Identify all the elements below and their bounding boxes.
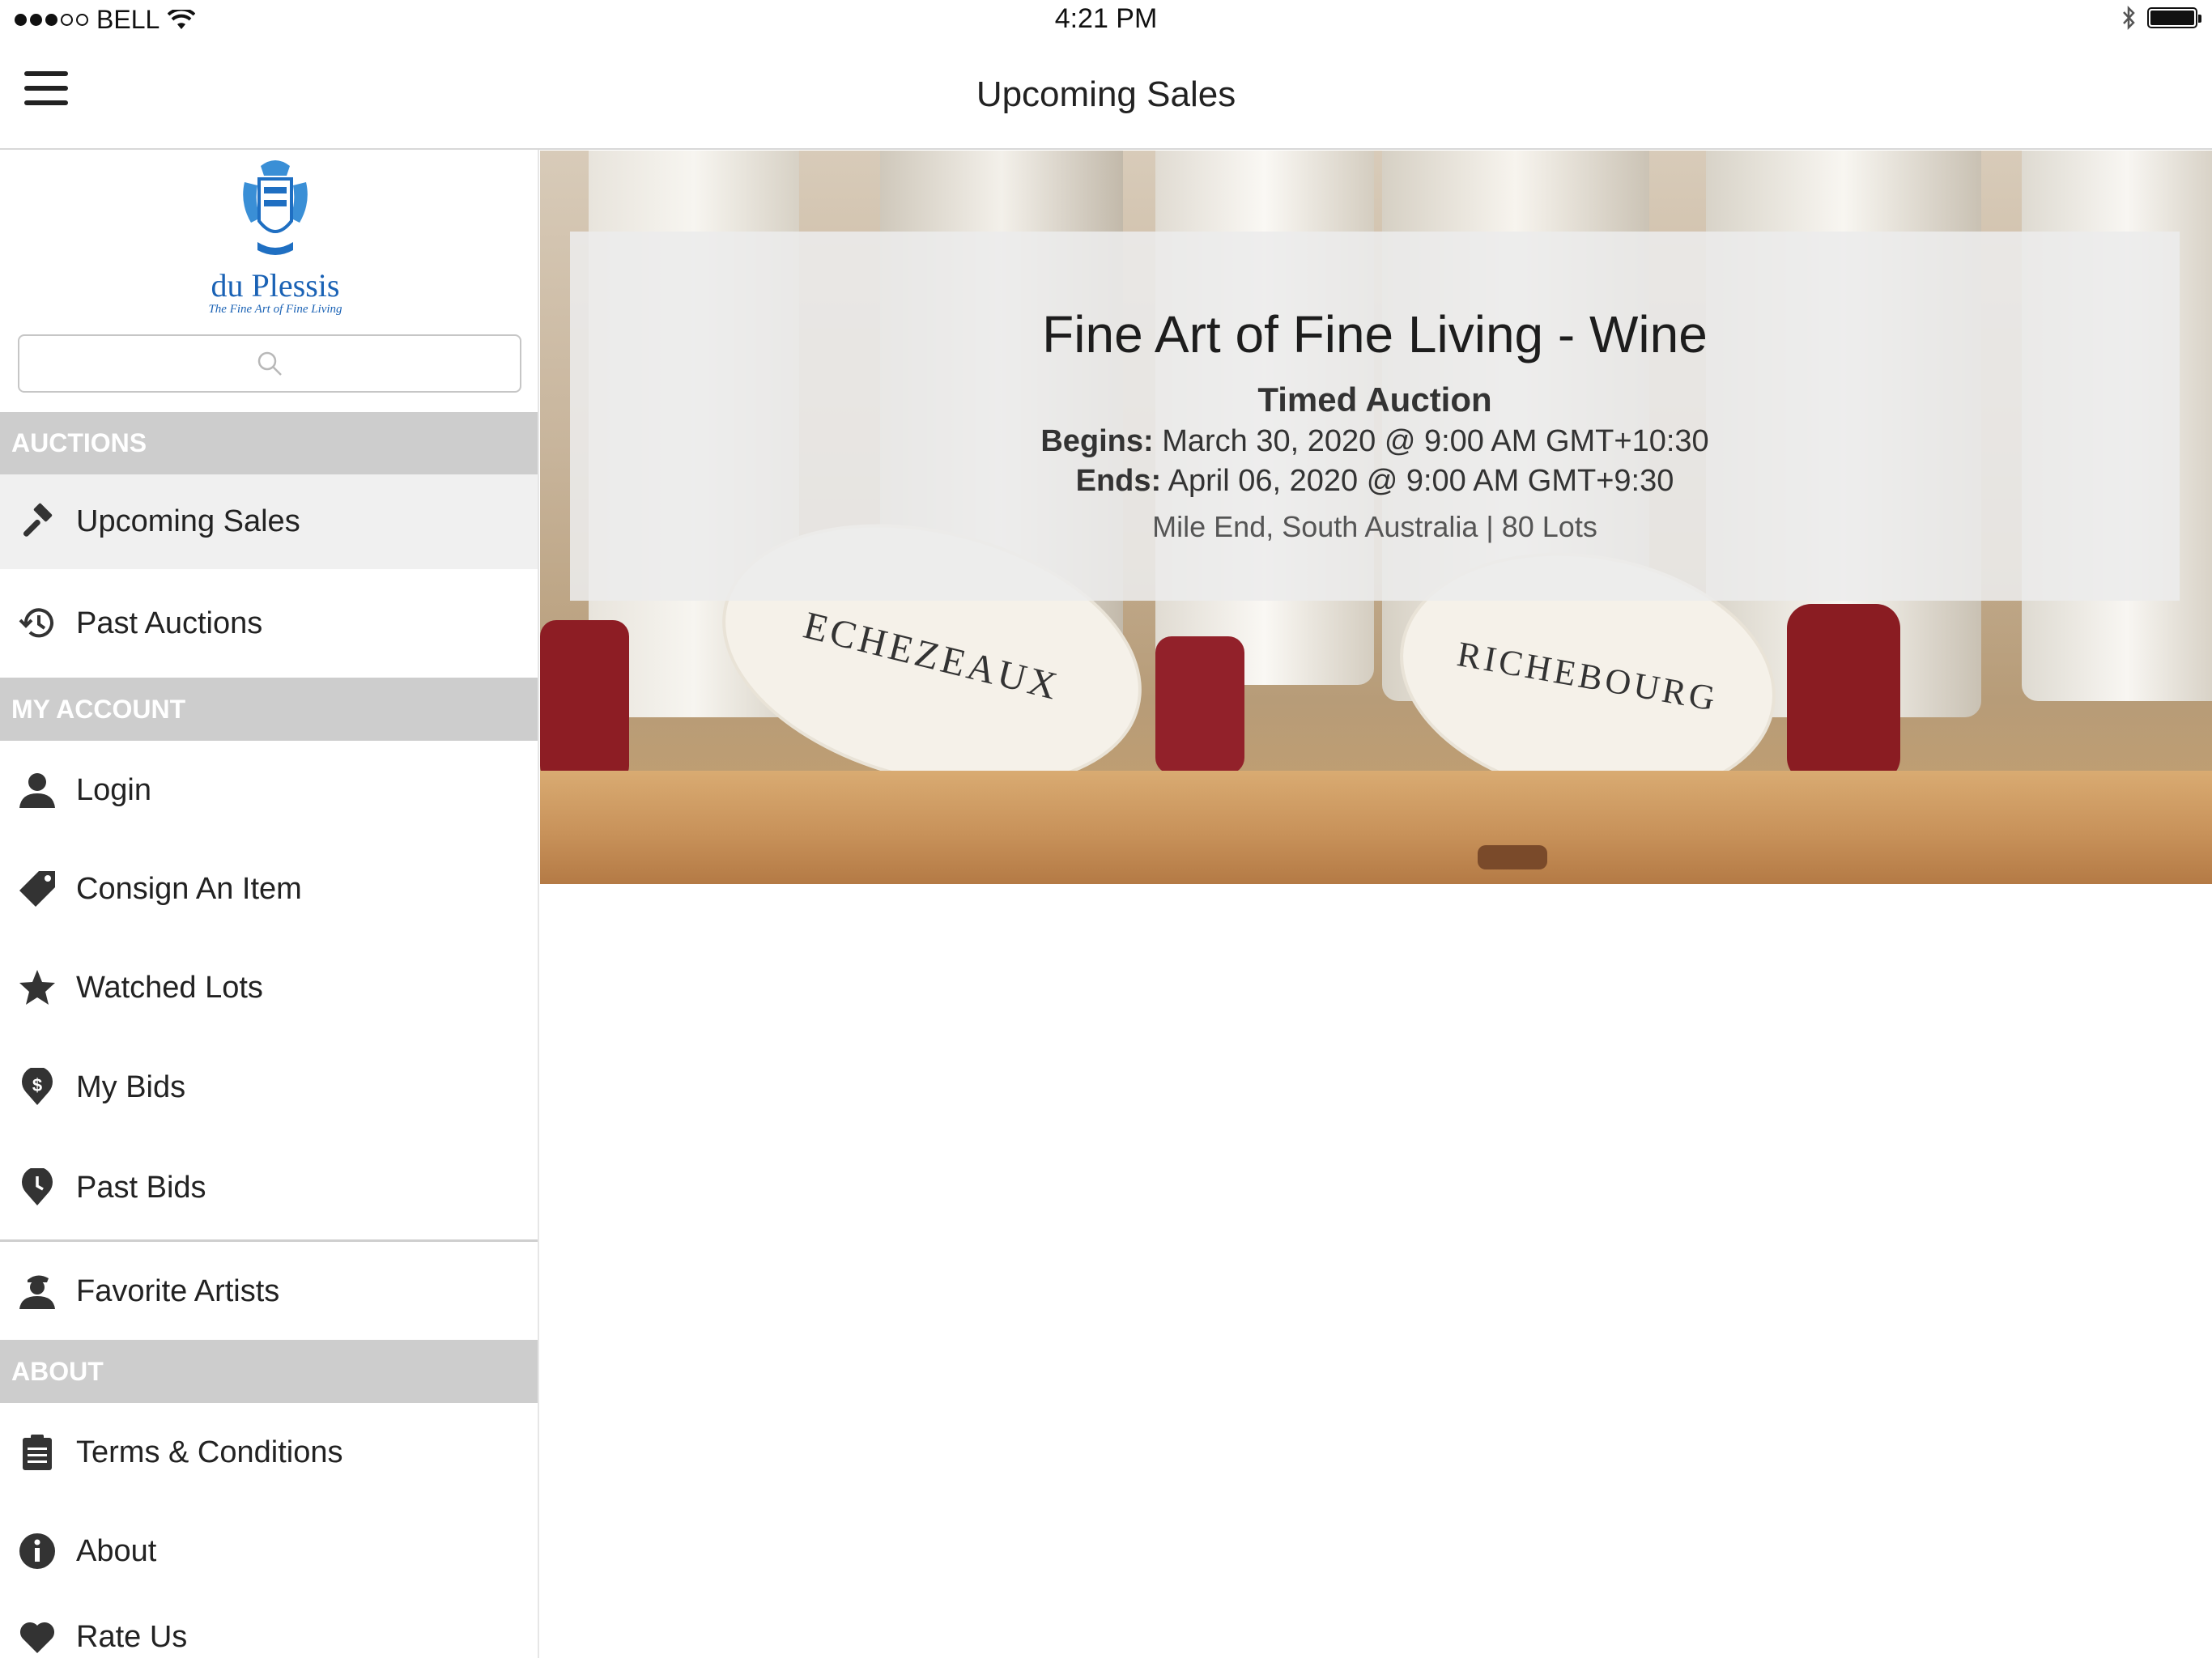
clipboard-icon — [16, 1431, 58, 1473]
gavel-icon — [16, 501, 58, 543]
sidebar-item-label: Upcoming Sales — [76, 504, 300, 538]
bluetooth-icon — [2123, 5, 2135, 31]
sidebar-item-watched-lots[interactable]: Watched Lots — [0, 938, 538, 1037]
sidebar-item-label: My Bids — [76, 1069, 186, 1104]
tag-icon — [16, 868, 58, 910]
info-icon — [16, 1530, 58, 1572]
search-icon — [257, 351, 282, 376]
sale-title: Fine Art of Fine Living - Wine — [1042, 305, 1708, 363]
sale-ends: Ends: April 06, 2020 @ 9:00 AM GMT+9:30 — [570, 464, 2180, 499]
sidebar-item-upcoming-sales[interactable]: Upcoming Sales — [0, 474, 538, 569]
sale-info-overlay: Fine Art of Fine Living - Wine Timed Auc… — [570, 232, 2180, 601]
artist-icon — [16, 1270, 58, 1312]
sidebar-item-rate-us[interactable]: Rate Us — [0, 1601, 538, 1658]
user-icon — [16, 769, 58, 811]
coat-of-arms-icon — [243, 160, 308, 255]
section-header-my-account: MY ACCOUNT — [0, 678, 538, 741]
brand-name: du Plessis — [211, 267, 340, 304]
svg-text:$: $ — [32, 1075, 42, 1095]
sidebar-item-label: Rate Us — [76, 1619, 188, 1654]
sidebar-item-past-bids[interactable]: Past Bids — [0, 1137, 538, 1238]
ends-value: April 06, 2020 @ 9:00 AM GMT+9:30 — [1168, 464, 1674, 498]
status-bar: BELL 4:21 PM — [0, 0, 2212, 40]
sidebar-divider — [0, 1239, 538, 1242]
sidebar-item-about[interactable]: About — [0, 1502, 538, 1601]
sidebar-item-consign[interactable]: Consign An Item — [0, 840, 538, 938]
sidebar-item-label: Consign An Item — [76, 871, 302, 906]
sidebar-item-label: Watched Lots — [76, 970, 263, 1005]
status-right — [2121, 5, 2201, 31]
search-input[interactable] — [18, 334, 521, 393]
sidebar-item-terms[interactable]: Terms & Conditions — [0, 1403, 538, 1502]
sidebar-item-login[interactable]: Login — [0, 741, 538, 840]
sidebar-item-label: Login — [76, 772, 151, 807]
status-time: 4:21 PM — [1054, 3, 1158, 34]
brand-logo: du Plessis The Fine Art of Fine Living — [194, 158, 356, 317]
sale-card[interactable]: ECHEZEAUX RICHEBOURG Fine Art of Fine Li… — [540, 151, 2212, 884]
heart-icon — [16, 1616, 58, 1658]
sidebar-item-label: Terms & Conditions — [76, 1435, 343, 1469]
begins-label: Begins: — [1040, 424, 1154, 458]
sale-begins: Begins: March 30, 2020 @ 9:00 AM GMT+10:… — [570, 424, 2180, 459]
section-header-auctions: AUCTIONS — [0, 412, 538, 474]
star-icon — [16, 967, 58, 1009]
clock-pin-icon — [16, 1167, 58, 1209]
ends-label: Ends: — [1075, 464, 1162, 498]
sidebar-item-label: Past Auctions — [76, 606, 263, 640]
dollar-pin-icon: $ — [16, 1066, 58, 1108]
page-title: Upcoming Sales — [976, 74, 1236, 114]
sale-type: Timed Auction — [1257, 380, 1492, 419]
sidebar-item-my-bids[interactable]: $ My Bids — [0, 1037, 538, 1137]
sidebar-item-favorite-artists[interactable]: Favorite Artists — [0, 1243, 538, 1340]
battery-icon — [2147, 7, 2201, 28]
sidebar: du Plessis The Fine Art of Fine Living A… — [0, 150, 539, 1658]
navigation-bar: Upcoming Sales — [0, 40, 2212, 150]
sidebar-item-label: Favorite Artists — [76, 1273, 280, 1308]
begins-value: March 30, 2020 @ 9:00 AM GMT+10:30 — [1162, 424, 1709, 458]
brand-tagline: The Fine Art of Fine Living — [208, 303, 342, 316]
sale-location-lots: Mile End, South Australia | 80 Lots — [1152, 510, 1597, 543]
section-header-about: ABOUT — [0, 1340, 538, 1403]
sidebar-item-label: Past Bids — [76, 1170, 206, 1205]
sidebar-item-past-auctions[interactable]: Past Auctions — [0, 569, 538, 678]
history-icon — [16, 602, 58, 644]
sidebar-item-label: About — [76, 1533, 157, 1568]
